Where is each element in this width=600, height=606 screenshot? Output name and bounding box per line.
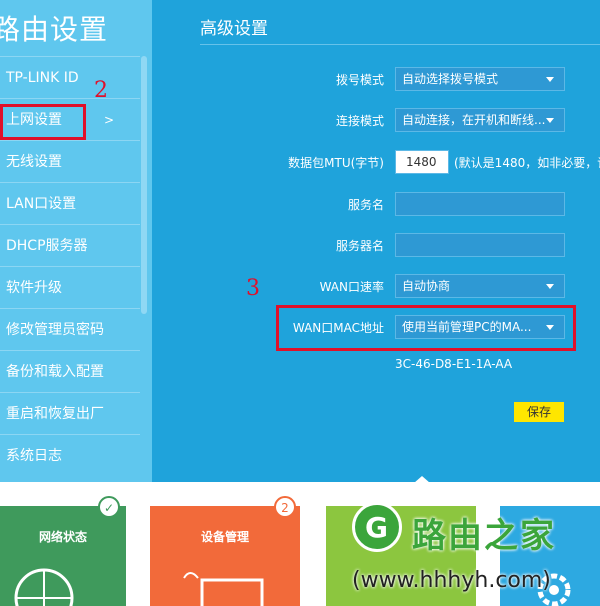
title-divider [200, 44, 600, 45]
caret-down-icon [546, 77, 554, 82]
connect-mode-select[interactable]: 自动连接，在开机和断线... [395, 108, 565, 132]
sidebar-item-lan[interactable]: LAN口设置 [0, 182, 140, 224]
server-name-input[interactable] [395, 233, 565, 257]
caret-down-icon [546, 284, 554, 289]
sidebar-item-wireless[interactable]: 无线设置 [0, 140, 140, 182]
dial-mode-label: 拨号模式 [335, 73, 384, 87]
sidebar-item-label: 无线设置 [6, 154, 62, 170]
tile-device-management[interactable]: 设备管理 [150, 506, 300, 606]
watermark-url: (www.hhhyh.com) [352, 568, 551, 593]
sidebar-item-backup[interactable]: 备份和载入配置 [0, 350, 140, 392]
advanced-settings-panel: 高级设置 拨号模式 自动选择拨号模式 连接模式 自动连接，在开机和断线... 数… [152, 0, 600, 482]
wan-speed-select[interactable]: 自动协商 [395, 274, 565, 298]
sidebar-item-dhcp[interactable]: DHCP服务器 [0, 224, 140, 266]
sidebar-item-label: 重启和恢复出厂 [6, 406, 104, 422]
save-button[interactable]: 保存 [514, 402, 564, 422]
wan-mac-address: 3C-46-D8-E1-1A-AA [395, 357, 513, 371]
sidebar: 路由设置 TP-LINK ID 上网设置 > 无线设置 LAN口设置 DHCP服… [0, 0, 152, 482]
chevron-right-icon: > [103, 113, 114, 127]
annotation-box-internet-settings [0, 104, 86, 140]
sidebar-scrollbar[interactable] [141, 56, 147, 314]
check-badge-icon: ✓ [98, 496, 120, 518]
tile-network-status[interactable]: 网络状态 [0, 506, 126, 606]
dial-mode-value: 自动选择拨号模式 [402, 72, 499, 86]
annotation-number-2: 2 [94, 78, 108, 103]
globe-icon [14, 568, 74, 606]
tile-label: 网络状态 [38, 530, 87, 544]
connect-mode-value: 自动连接，在开机和断线... [402, 113, 546, 127]
service-name-label: 服务名 [347, 198, 384, 212]
page-title: 高级设置 [200, 19, 268, 39]
service-name-input[interactable] [395, 192, 565, 216]
tile-label: 设备管理 [200, 530, 249, 544]
sidebar-item-label: 系统日志 [6, 448, 62, 464]
sidebar-brand: 路由设置 [0, 13, 109, 46]
sidebar-item-label: DHCP服务器 [6, 238, 88, 254]
sidebar-item-admin-password[interactable]: 修改管理员密码 [0, 308, 140, 350]
sidebar-item-label: LAN口设置 [6, 196, 77, 212]
laptop-icon [183, 572, 264, 606]
mtu-input[interactable]: 1480 [395, 150, 449, 174]
dial-mode-select[interactable]: 自动选择拨号模式 [395, 67, 565, 91]
watermark-logo-letter: G [365, 511, 388, 544]
watermark-name: 路由之家 [412, 516, 556, 556]
sidebar-item-tplink-id[interactable]: TP-LINK ID [0, 56, 140, 98]
connect-mode-label: 连接模式 [335, 114, 384, 128]
caret-down-icon [546, 118, 554, 123]
wan-speed-value: 自动协商 [402, 279, 451, 293]
server-name-label: 服务器名 [335, 239, 384, 253]
wan-speed-label: WAN口速率 [319, 280, 384, 294]
sidebar-item-label: TP-LINK ID [6, 70, 79, 86]
mtu-label: 数据包MTU(字节) [288, 156, 384, 170]
sidebar-item-label: 软件升级 [6, 280, 62, 296]
watermark-logo-icon: G [352, 502, 402, 552]
sidebar-item-label: 备份和载入配置 [6, 364, 104, 380]
sidebar-item-label: 修改管理员密码 [6, 322, 104, 338]
mtu-hint: (默认是1480，如非必要，请 [454, 156, 600, 170]
annotation-number-3: 3 [246, 276, 260, 301]
sidebar-item-firmware[interactable]: 软件升级 [0, 266, 140, 308]
annotation-box-wan-mac [276, 305, 576, 351]
sidebar-item-system-log[interactable]: 系统日志 [0, 434, 140, 476]
sidebar-item-reboot-reset[interactable]: 重启和恢复出厂 [0, 392, 140, 434]
count-badge: 2 [274, 496, 296, 518]
